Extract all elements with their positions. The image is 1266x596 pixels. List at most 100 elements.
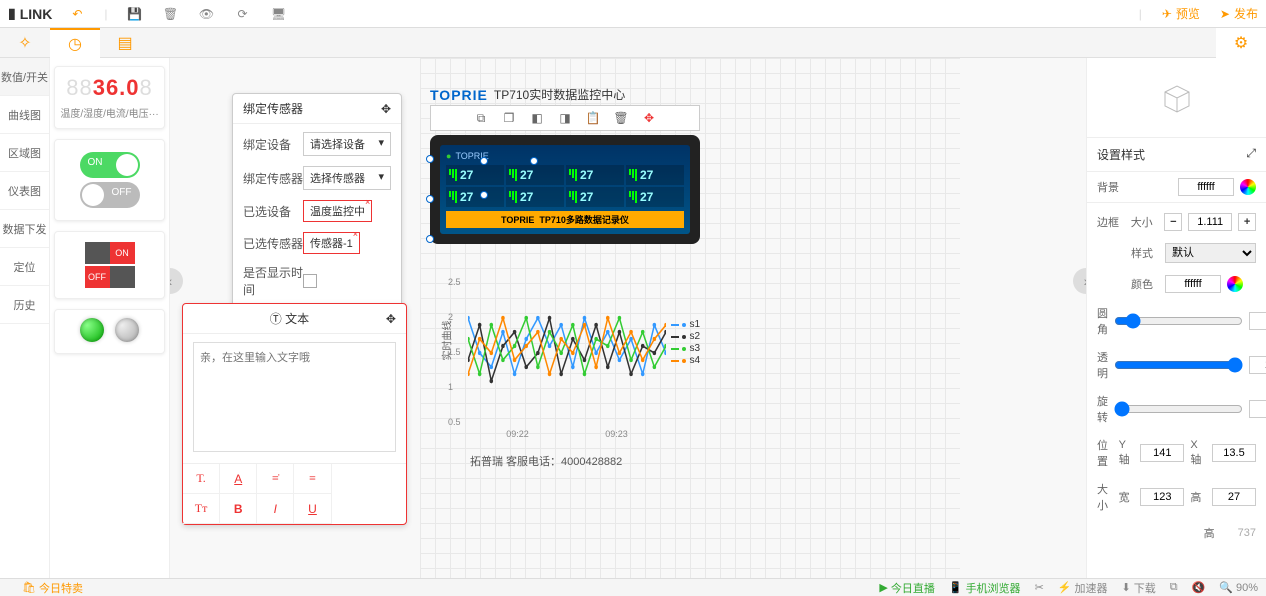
led-green-icon xyxy=(80,318,104,342)
underline-icon[interactable]: U xyxy=(294,494,331,524)
font-family-icon[interactable]: Tᴛ xyxy=(183,494,220,524)
preview-button[interactable]: ✈ 预览 xyxy=(1162,5,1200,22)
save-icon[interactable]: 💾 xyxy=(126,5,144,23)
top-toolbar: ↶ | 💾 🗑 👁 ⟳ 🖥 xyxy=(68,5,287,23)
cat-line-chart[interactable]: 曲线图 xyxy=(0,96,49,134)
show-time-checkbox[interactable] xyxy=(303,274,317,288)
publish-button[interactable]: ➤ 发布 xyxy=(1220,5,1258,22)
realtime-chart[interactable]: 实时曲线 0.511.522.5 s1 s2 s3 s4 09:2209:23 xyxy=(440,283,700,443)
view-icon[interactable]: 👁 xyxy=(198,5,216,23)
drag-move-icon[interactable]: ✥ xyxy=(641,110,657,126)
send-back-icon[interactable]: ◨ xyxy=(557,110,573,126)
bind-sensor-select[interactable]: 选择传感器▾ xyxy=(303,166,391,190)
status-accel[interactable]: ⚡ 加速器 xyxy=(1058,580,1108,596)
border-size-plus[interactable]: + xyxy=(1238,213,1256,231)
rotate-input[interactable] xyxy=(1249,400,1266,418)
font-color-icon[interactable]: A xyxy=(220,464,257,494)
widget-digit[interactable]: 8836.08 温度/湿度/电流/电压··· xyxy=(54,66,165,129)
trash-icon[interactable]: 🗑 xyxy=(613,110,629,126)
move-icon[interactable]: ✥ xyxy=(386,312,396,326)
widget-led[interactable] xyxy=(54,309,165,354)
chart-legend: s1 s2 s3 s4 xyxy=(671,319,700,367)
paste-icon[interactable]: 📋 xyxy=(585,110,601,126)
mode-toolbar: ✧ ◷ ▤ ⚙ xyxy=(0,28,1266,58)
align-icon[interactable]: ≡ xyxy=(294,464,331,494)
font-size-large-icon[interactable]: T. xyxy=(183,464,220,494)
move-icon[interactable]: ✥ xyxy=(381,102,391,116)
status-download[interactable]: ⬇ 下载 xyxy=(1121,580,1155,596)
logo: ▮LINK xyxy=(8,5,52,22)
selection-toolbar: ⧉ ❐ ◧ ◨ 📋 🗑 ✥ xyxy=(430,105,700,131)
mode-layers-icon[interactable]: ▤ xyxy=(100,28,150,58)
border-size-input[interactable] xyxy=(1188,213,1232,231)
copy-icon[interactable]: ⧉ xyxy=(473,110,489,126)
status-live[interactable]: ▶ 今日直播 xyxy=(879,580,934,596)
cat-location[interactable]: 定位 xyxy=(0,248,49,286)
status-left[interactable]: 🛍 今日特卖 xyxy=(22,580,83,596)
settings-tab-icon[interactable]: ⚙ xyxy=(1216,28,1266,58)
device-title: TP710实时数据监控中心 xyxy=(494,86,625,103)
width-input[interactable] xyxy=(1140,488,1184,506)
radius-input[interactable] xyxy=(1249,312,1266,330)
bring-front-icon[interactable]: ◧ xyxy=(529,110,545,126)
bg-color-input[interactable] xyxy=(1178,178,1234,196)
chart-footer-text: 拓普瑞 客服电话：4000428882 xyxy=(470,453,622,469)
delete-icon[interactable]: 🗑 xyxy=(162,5,180,23)
cat-value-switch[interactable]: 数值/开关 xyxy=(0,58,49,96)
cat-history[interactable]: 历史 xyxy=(0,286,49,324)
device-mockup[interactable]: TOPRIE TP710实时数据监控中心 ⧉ ❐ ◧ ◨ 📋 🗑 ✥ xyxy=(430,86,700,244)
selected-sensor-tag[interactable]: 传感器-1× xyxy=(303,232,360,254)
top-right-actions: | ✈ 预览 ➤ 发布 xyxy=(1139,5,1258,22)
cat-data-push[interactable]: 数据下发 xyxy=(0,210,49,248)
duplicate-icon[interactable]: ❐ xyxy=(501,110,517,126)
status-scissors-icon[interactable]: ✂ xyxy=(1035,581,1044,594)
widget-palette: 8836.08 温度/湿度/电流/电压··· ON OFF ON OFF xyxy=(50,58,170,578)
radius-slider[interactable] xyxy=(1114,313,1243,329)
pos-x-input[interactable] xyxy=(1212,444,1256,462)
border-color-picker[interactable] xyxy=(1227,276,1243,292)
cat-gauge[interactable]: 仪表图 xyxy=(0,172,49,210)
bind-sensor-panel[interactable]: 绑定传感器✥ 绑定设备请选择设备▾ 绑定传感器选择传感器▾ 已选设备温度监控中×… xyxy=(232,93,402,317)
opacity-slider[interactable] xyxy=(1114,357,1243,373)
text-panel[interactable]: Ⓣ 文本✥ T. A ≡̇ ≡ Tᴛ B I U xyxy=(182,303,407,525)
status-zoom[interactable]: 🔍 90% xyxy=(1219,581,1258,594)
scroll-right-button[interactable]: › xyxy=(1073,268,1086,294)
mode-canvas-icon[interactable]: ◷ xyxy=(50,28,100,58)
back-icon[interactable]: ↶ xyxy=(68,5,86,23)
devices-icon[interactable]: 🖥 xyxy=(270,5,288,23)
rotate-slider[interactable] xyxy=(1114,401,1243,417)
properties-panel: 设置样式⤢ 背景 边框 大小 − + 样式 默认 颜色 圆角 xyxy=(1086,58,1266,578)
scroll-left-button[interactable]: ‹ xyxy=(170,268,183,294)
category-column: 数值/开关 曲线图 区域图 仪表图 数据下发 定位 历史 xyxy=(0,58,50,578)
border-size-minus[interactable]: − xyxy=(1164,213,1182,231)
canvas[interactable]: ‹ 绑定传感器✥ 绑定设备请选择设备▾ 绑定传感器选择传感器▾ 已选设备温度监控… xyxy=(170,58,1086,578)
italic-icon[interactable]: I xyxy=(257,494,294,524)
props-title: 设置样式 xyxy=(1097,146,1145,163)
refresh-icon[interactable]: ⟳ xyxy=(234,5,252,23)
bg-color-picker[interactable] xyxy=(1240,179,1256,195)
status-mute-icon[interactable]: 🔇 xyxy=(1192,581,1206,594)
status-pip-icon[interactable]: ⧉ xyxy=(1170,581,1178,594)
line-height-icon[interactable]: ≡̇ xyxy=(257,464,294,494)
status-bar: 🛍 今日特卖 ▶ 今日直播 📱 手机浏览器 ✂ ⚡ 加速器 ⬇ 下载 ⧉ 🔇 🔍… xyxy=(0,578,1266,596)
device-brand: TOPRIE xyxy=(430,87,488,103)
selected-device-tag[interactable]: 温度监控中× xyxy=(303,200,372,222)
chart-xticks: 09:2209:23 xyxy=(468,429,666,439)
opacity-input[interactable] xyxy=(1249,356,1266,374)
mode-components-icon[interactable]: ✧ xyxy=(0,28,50,58)
text-input[interactable] xyxy=(193,342,396,452)
pos-y-input[interactable] xyxy=(1140,444,1184,462)
border-color-input[interactable] xyxy=(1165,275,1221,293)
widget-toggle[interactable]: ON OFF xyxy=(54,139,165,221)
height-input[interactable] xyxy=(1212,488,1256,506)
expand-icon[interactable]: ⤢ xyxy=(1246,146,1256,163)
bind-panel-title: 绑定传感器 xyxy=(243,100,303,117)
top-bar: ▮LINK ↶ | 💾 🗑 👁 ⟳ 🖥 | ✈ 预览 ➤ 发布 xyxy=(0,0,1266,28)
widget-switch-square[interactable]: ON OFF xyxy=(54,231,165,299)
bind-device-select[interactable]: 请选择设备▾ xyxy=(303,132,391,156)
bold-icon[interactable]: B xyxy=(220,494,257,524)
border-style-select[interactable]: 默认 xyxy=(1165,243,1256,263)
status-mobile[interactable]: 📱 手机浏览器 xyxy=(949,580,1021,596)
cat-area-chart[interactable]: 区域图 xyxy=(0,134,49,172)
led-grey-icon xyxy=(115,318,139,342)
